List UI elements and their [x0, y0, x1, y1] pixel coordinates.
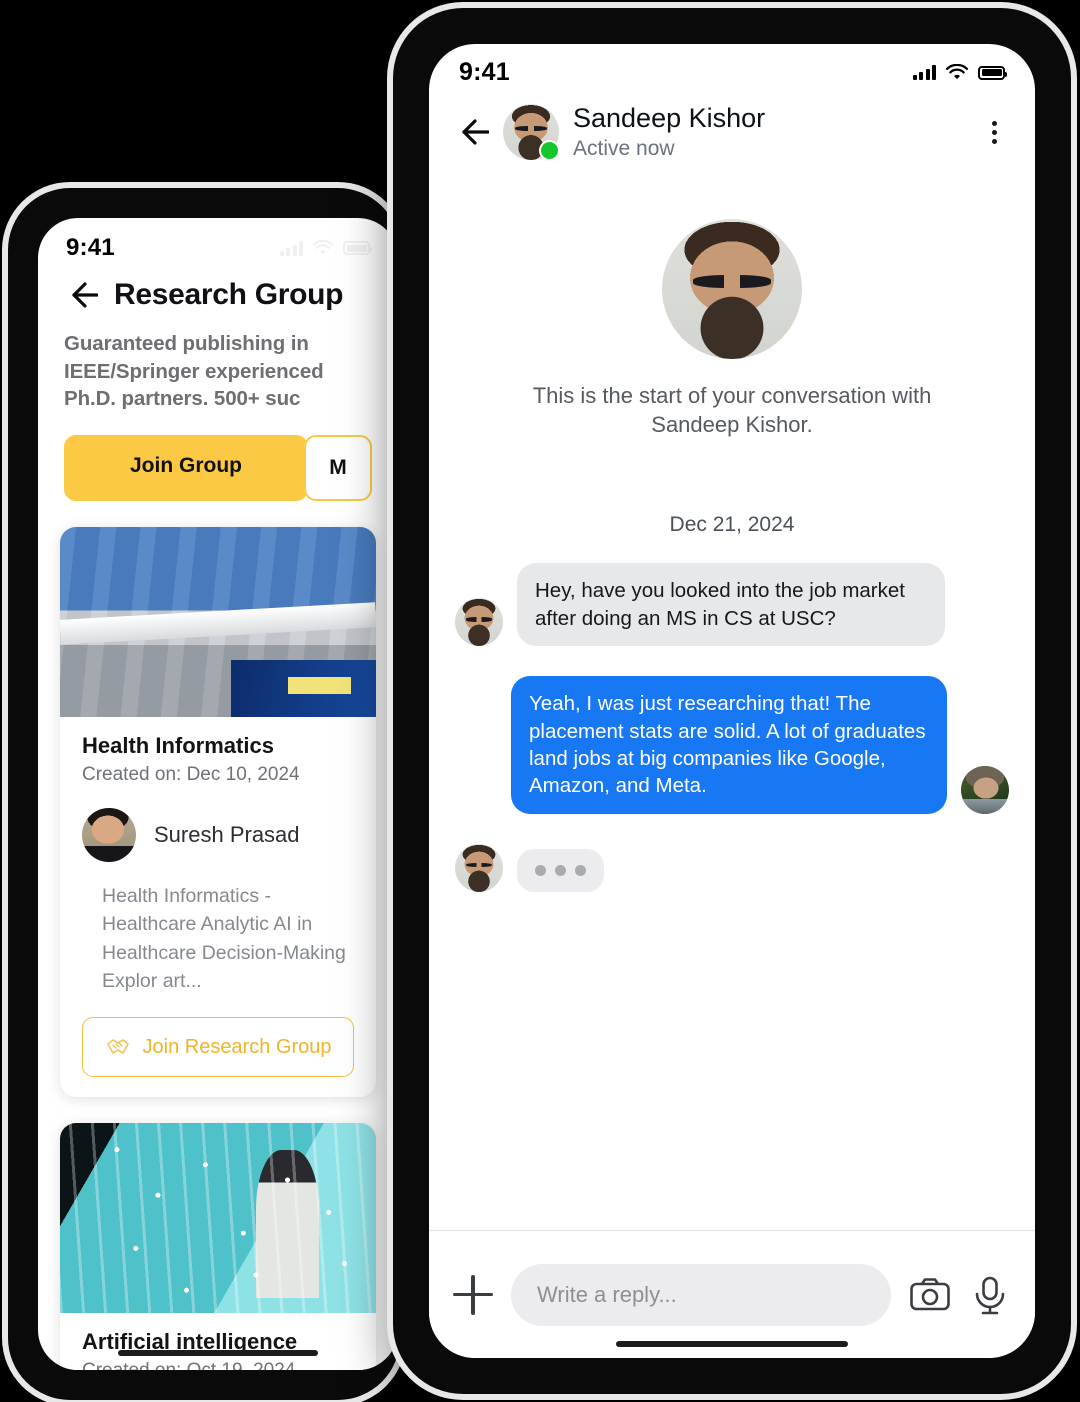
- join-group-button[interactable]: Join Group: [64, 435, 308, 502]
- avatar: [961, 765, 1009, 814]
- join-research-group-button[interactable]: Join Research Group: [82, 1017, 354, 1078]
- research-card-date: Created on: Dec 10, 2024: [82, 764, 300, 786]
- battery-full-icon: [343, 241, 372, 255]
- online-dot: [539, 140, 560, 162]
- cellular-bars-icon: [912, 65, 936, 80]
- wifi-icon: [945, 64, 969, 80]
- research-card-author: Suresh Prasad: [82, 808, 354, 863]
- research-card[interactable]: Health Informatics Created on: Dec 10, 2…: [60, 527, 376, 1098]
- back-phone-screen: 9:41 Research Group Guaranteed publishin…: [38, 218, 398, 1370]
- back-phone-device: 9:41 Research Group Guaranteed publishin…: [8, 188, 400, 1400]
- chat-screen: 9:41 Sandeep Kishor Active now This is t…: [429, 44, 1035, 1358]
- sandeep-large-avatar: [662, 219, 802, 360]
- avatar: [455, 598, 503, 647]
- back-arrow-icon[interactable]: [64, 278, 98, 312]
- message-row: [455, 843, 1009, 892]
- status-bar-icons: [279, 240, 372, 256]
- chat-header: Sandeep Kishor Active now: [429, 91, 1035, 177]
- status-bar-icons: [912, 64, 1007, 81]
- research-card-body: Health Informatics Created on: Dec 10, 2…: [60, 717, 376, 1097]
- group-action-row: Join Group M: [38, 413, 398, 502]
- research-group-list: Health Informatics Created on: Dec 10, 2…: [38, 501, 398, 1370]
- more-button[interactable]: M: [304, 435, 372, 502]
- surgery-operating-room-photo: [60, 527, 376, 718]
- research-card-snippet: Health Informatics - Healthcare Analytic…: [102, 885, 346, 992]
- avatar: [82, 808, 136, 863]
- home-indicator: [118, 1350, 318, 1356]
- typing-indicator: [517, 848, 604, 892]
- date-separator: Dec 21, 2024: [669, 513, 795, 537]
- vr-headset-fairy-lights-photo: [60, 1123, 376, 1314]
- camera-icon[interactable]: [909, 1274, 951, 1316]
- status-bar-time: 9:41: [459, 58, 510, 86]
- plus-icon[interactable]: [453, 1274, 493, 1315]
- conversation-start-note: This is the start of your conversation w…: [532, 383, 932, 438]
- group-description: Guaranteed publishing in IEEE/Springer e…: [64, 332, 324, 411]
- back-arrow-icon[interactable]: [455, 115, 489, 149]
- chat-body: This is the start of your conversation w…: [429, 219, 1035, 892]
- avatar: [455, 843, 503, 892]
- status-bar-time: 9:41: [66, 234, 115, 261]
- author-name: Suresh Prasad: [154, 822, 300, 848]
- message-bubble-outgoing[interactable]: Yeah, I was just researching that! The p…: [511, 676, 947, 814]
- research-card[interactable]: Artificial intelligence Created on: Oct …: [60, 1123, 376, 1370]
- reply-input[interactable]: Write a reply...: [511, 1263, 891, 1326]
- handshake-icon: [106, 1039, 129, 1054]
- home-indicator: [616, 1341, 848, 1347]
- research-card-date: Created on: Oct 19, 2024: [82, 1360, 354, 1370]
- page-title: Research Group: [114, 278, 344, 311]
- contact-name: Sandeep Kishor: [573, 103, 766, 133]
- message-composer: Write a reply...: [429, 1230, 1035, 1358]
- battery-full-icon: [978, 65, 1007, 80]
- reply-placeholder: Write a reply...: [537, 1281, 677, 1307]
- kebab-menu-icon[interactable]: [979, 117, 1009, 147]
- front-phone-device: 9:41 Sandeep Kishor Active now This is t…: [393, 8, 1071, 1394]
- avatar[interactable]: [503, 104, 560, 162]
- back-phone-header: Research Group: [38, 264, 398, 330]
- wifi-icon: [312, 240, 334, 255]
- message-row: Yeah, I was just researching that! The p…: [455, 676, 1009, 814]
- back-status-bar: 9:41: [38, 218, 398, 264]
- message-row: Hey, have you looked into the job market…: [455, 563, 1009, 647]
- message-bubble-incoming[interactable]: Hey, have you looked into the job market…: [517, 563, 945, 647]
- cellular-bars-icon: [279, 240, 303, 256]
- research-card-body: Artificial intelligence Created on: Oct …: [60, 1313, 376, 1370]
- research-card-title: Health Informatics: [82, 733, 274, 759]
- join-research-group-label: Join Research Group: [142, 1035, 332, 1058]
- chat-header-text: Sandeep Kishor Active now: [573, 103, 965, 161]
- microphone-icon[interactable]: [969, 1274, 1011, 1316]
- contact-status: Active now: [573, 137, 675, 161]
- front-status-bar: 9:41: [429, 44, 1035, 91]
